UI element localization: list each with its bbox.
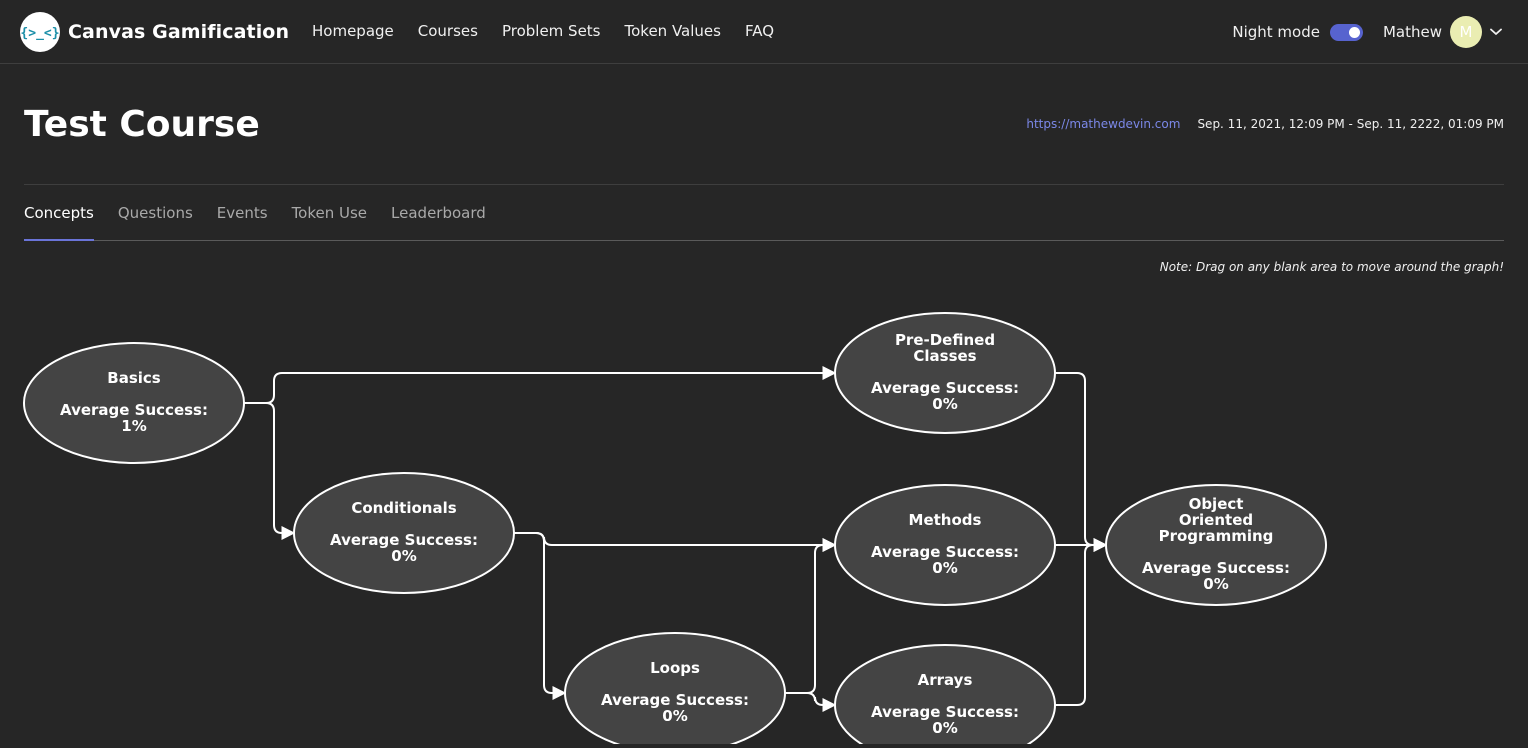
course-dates: Sep. 11, 2021, 12:09 PM - Sep. 11, 2222,… <box>1197 117 1504 131</box>
concept-node-title: Loops <box>650 659 700 677</box>
concept-node-loops[interactable]: LoopsAverage Success:0% <box>564 632 786 748</box>
edge-basics-to-predefined-classes <box>244 366 837 404</box>
tab-questions[interactable]: Questions <box>118 186 193 240</box>
concept-node-success-value: 0% <box>932 395 957 413</box>
concept-node-title: Basics <box>107 369 161 387</box>
edge-loops-to-arrays <box>785 692 837 712</box>
header-divider <box>24 184 1504 185</box>
edge-arrays-to-oop <box>1055 538 1108 706</box>
concept-node-basics[interactable]: BasicsAverage Success:1% <box>23 342 245 464</box>
concept-node-success-value: 0% <box>932 719 957 737</box>
tab-token-use[interactable]: Token Use <box>292 186 367 240</box>
concept-node-title: Programming <box>1159 527 1274 545</box>
edge-predefined-classes-to-oop <box>1055 372 1108 552</box>
night-mode-label: Night mode <box>1232 23 1320 41</box>
edge-conditionals-to-methods <box>514 532 837 552</box>
brand-logo-icon: {>_<} <box>20 12 60 52</box>
course-tabs: Concepts Questions Events Token Use Lead… <box>24 186 1504 241</box>
concept-node-conditionals[interactable]: ConditionalsAverage Success:0% <box>293 472 515 594</box>
concept-node-oop[interactable]: ObjectOrientedProgrammingAverage Success… <box>1105 484 1327 606</box>
nav-links: Homepage Courses Problem Sets Token Valu… <box>312 22 798 40</box>
nav-link-faq[interactable]: FAQ <box>745 22 774 40</box>
tab-events[interactable]: Events <box>217 186 268 240</box>
course-meta: https://mathewdevin.com Sep. 11, 2021, 1… <box>1026 117 1504 131</box>
edge-loops-to-methods <box>785 538 837 694</box>
graph-drag-note: Note: Drag on any blank area to move aro… <box>1159 260 1504 274</box>
svg-text:{>_<}: {>_<} <box>20 26 59 41</box>
concept-node-success-value: 0% <box>932 559 957 577</box>
avatar[interactable]: M <box>1450 16 1482 48</box>
tab-concepts[interactable]: Concepts <box>24 186 94 241</box>
course-url-link[interactable]: https://mathewdevin.com <box>1026 117 1180 131</box>
concept-node-title: Conditionals <box>351 499 456 517</box>
concept-graph-canvas[interactable]: BasicsAverage Success:1% ConditionalsAver… <box>0 280 1528 748</box>
nav-link-courses[interactable]: Courses <box>418 22 478 40</box>
concept-node-title: Classes <box>913 347 976 365</box>
edge-conditionals-to-loops <box>514 532 567 700</box>
concept-node-shape[interactable] <box>564 632 786 748</box>
nav-link-token-values[interactable]: Token Values <box>625 22 721 40</box>
top-navbar: {>_<} Canvas Gamification Homepage Cours… <box>0 0 1528 64</box>
concept-graph[interactable]: Basics Average Success: 1% Conditionals Aver… <box>0 280 1528 748</box>
brand-name: Canvas Gamification <box>68 21 290 43</box>
nav-link-homepage[interactable]: Homepage <box>312 22 394 40</box>
night-mode-toggle[interactable] <box>1329 23 1363 41</box>
concept-node-title: Methods <box>909 511 982 529</box>
concept-node-methods[interactable]: MethodsAverage Success:0% <box>834 484 1056 606</box>
concept-node-success-value: 0% <box>391 547 416 565</box>
concept-node-predefined-classes[interactable]: Pre-DefinedClassesAverage Success:0% <box>834 312 1056 434</box>
chevron-down-icon[interactable] <box>1488 24 1504 40</box>
page-title: Test Course <box>24 104 260 145</box>
concept-node-success-value: 0% <box>662 707 687 725</box>
concept-node-success-value: 0% <box>1203 575 1228 593</box>
user-name[interactable]: Mathew <box>1383 23 1442 41</box>
brand[interactable]: {>_<} Canvas Gamification <box>20 12 289 52</box>
concept-node-arrays[interactable]: ArraysAverage Success:0% <box>834 644 1056 748</box>
concept-node-success-value: 1% <box>121 417 146 435</box>
nav-link-problem-sets[interactable]: Problem Sets <box>502 22 601 40</box>
toggle-knob <box>1348 26 1360 38</box>
tab-leaderboard[interactable]: Leaderboard <box>391 186 486 240</box>
concept-node-title: Arrays <box>918 671 973 689</box>
nav-right: Night mode Mathew M <box>1232 16 1504 48</box>
graph-nodes: BasicsAverage Success:1% ConditionalsAver… <box>23 312 1327 748</box>
edge-basics-to-conditionals <box>244 402 296 540</box>
